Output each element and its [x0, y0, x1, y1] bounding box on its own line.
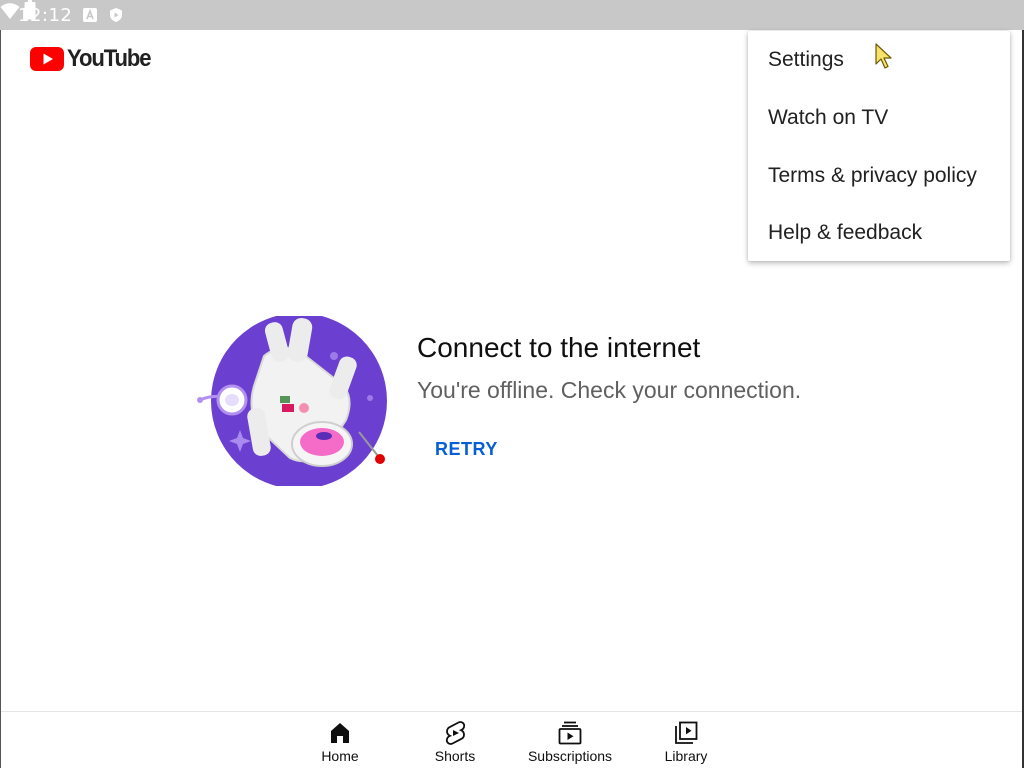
tab-shorts[interactable]: Shorts — [415, 712, 495, 768]
window-left-border — [0, 30, 1, 768]
home-icon — [331, 723, 349, 743]
offline-title: Connect to the internet — [417, 332, 701, 363]
offline-message: You're offline. Check your connection. — [417, 377, 802, 403]
library-icon — [675, 721, 698, 744]
wifi-icon — [0, 3, 20, 19]
retry-button[interactable]: RETRY — [423, 432, 510, 466]
shorts-icon — [445, 721, 466, 745]
status-time: 12:12 — [18, 5, 73, 26]
notification-a-icon — [83, 8, 97, 22]
subscriptions-icon — [558, 721, 582, 745]
youtube-logo[interactable]: YouTube — [30, 45, 158, 72]
status-bar: 12:12 — [0, 0, 1024, 30]
menu-item-help-feedback[interactable]: Help & feedback — [748, 204, 1010, 262]
app-screen: 12:12 YouTube Connect to the internet Yo… — [0, 0, 1024, 768]
youtube-wordmark: YouTube — [67, 45, 152, 72]
tab-subscriptions[interactable]: Subscriptions — [520, 712, 620, 768]
bottom-navigation: Home Shorts Subscriptions Library — [0, 711, 1024, 768]
astronaut-offline-illustration — [197, 316, 387, 486]
menu-item-watch-on-tv[interactable]: Watch on TV — [748, 89, 1010, 147]
tab-shorts-label: Shorts — [434, 748, 476, 764]
tab-library-label: Library — [664, 748, 708, 764]
mouse-cursor-icon — [875, 43, 892, 69]
tab-subscriptions-label: Subscriptions — [527, 748, 613, 764]
notification-shield-icon — [110, 8, 122, 22]
tab-library[interactable]: Library — [646, 712, 726, 768]
tab-home[interactable]: Home — [300, 712, 380, 768]
menu-item-terms-privacy[interactable]: Terms & privacy policy — [748, 147, 1010, 205]
youtube-play-icon — [30, 47, 64, 71]
tab-home-label: Home — [321, 748, 359, 764]
